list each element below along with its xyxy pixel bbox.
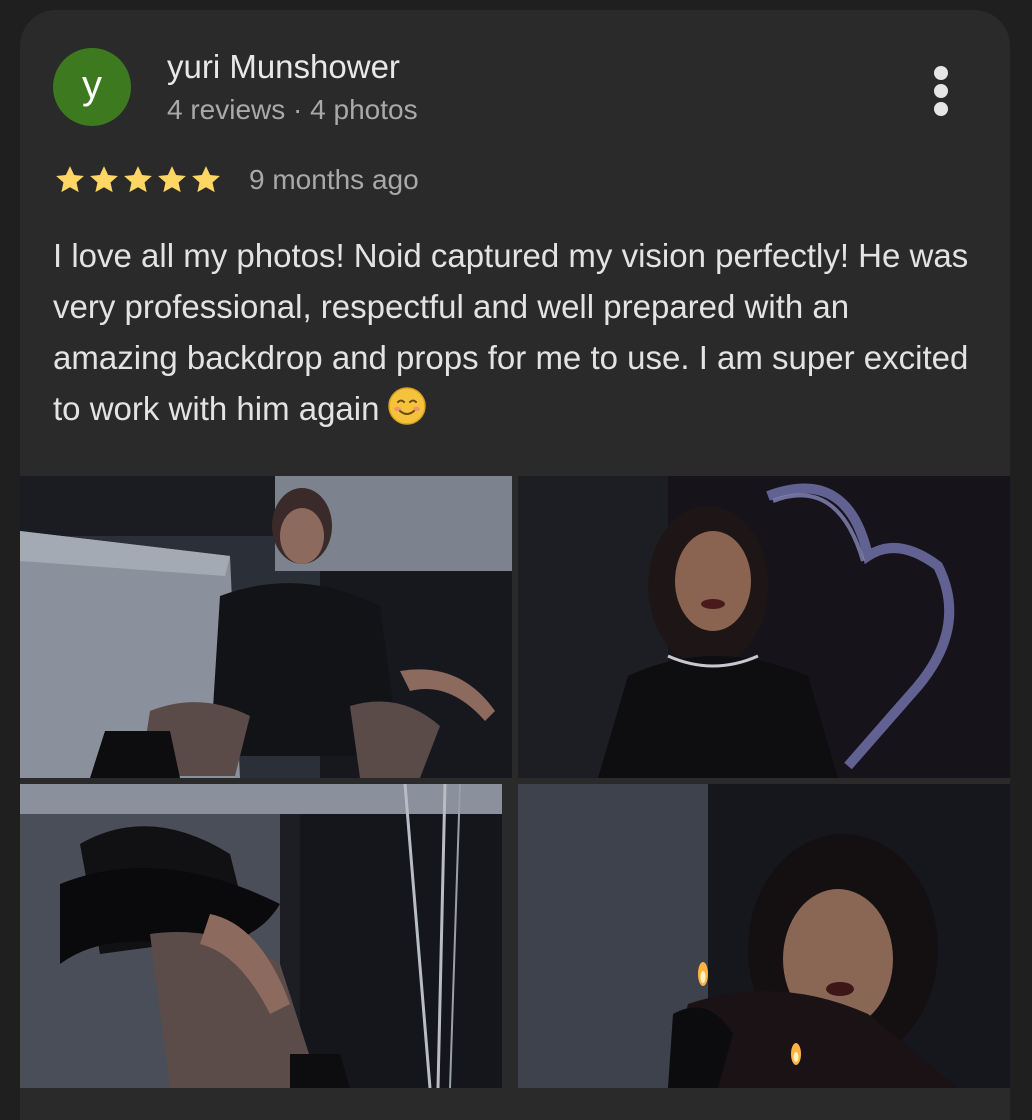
- star-icon: [155, 163, 189, 197]
- review-text-block: I love all my photos! Noid captured my v…: [53, 230, 978, 434]
- photo-4[interactable]: [518, 784, 1010, 1088]
- photo-grid: [20, 476, 1010, 1088]
- review-time: 9 months ago: [249, 164, 419, 195]
- star-icon: [189, 163, 223, 197]
- smiling-face-icon: [387, 386, 427, 426]
- photo-2[interactable]: [518, 476, 1010, 778]
- photo-1[interactable]: [20, 476, 512, 778]
- star-icon: [53, 163, 87, 197]
- photo-portrait-seated-icon: [20, 476, 512, 778]
- rating-row: 9 months ago: [53, 160, 419, 200]
- photo-portrait-neon-heart-icon: [518, 476, 1010, 778]
- avatar[interactable]: y: [53, 48, 131, 126]
- star-rating: [53, 163, 223, 197]
- author-name[interactable]: yuri Munshower: [167, 48, 400, 86]
- more-dot-icon: [934, 84, 948, 98]
- more-dot-icon: [934, 66, 948, 80]
- star-icon: [87, 163, 121, 197]
- review-text: I love all my photos! Noid captured my v…: [53, 237, 969, 427]
- star-icon: [121, 163, 155, 197]
- photo-3[interactable]: [20, 784, 502, 1088]
- more-options-button[interactable]: [916, 62, 966, 120]
- more-dot-icon: [934, 102, 948, 116]
- photo-feather-boa-icon: [20, 784, 502, 1088]
- author-meta: 4 reviews · 4 photos: [167, 94, 418, 125]
- review-card: y yuri Munshower 4 reviews · 4 photos 9 …: [20, 10, 1010, 1120]
- photo-candle-blowing-icon: [518, 784, 1010, 1088]
